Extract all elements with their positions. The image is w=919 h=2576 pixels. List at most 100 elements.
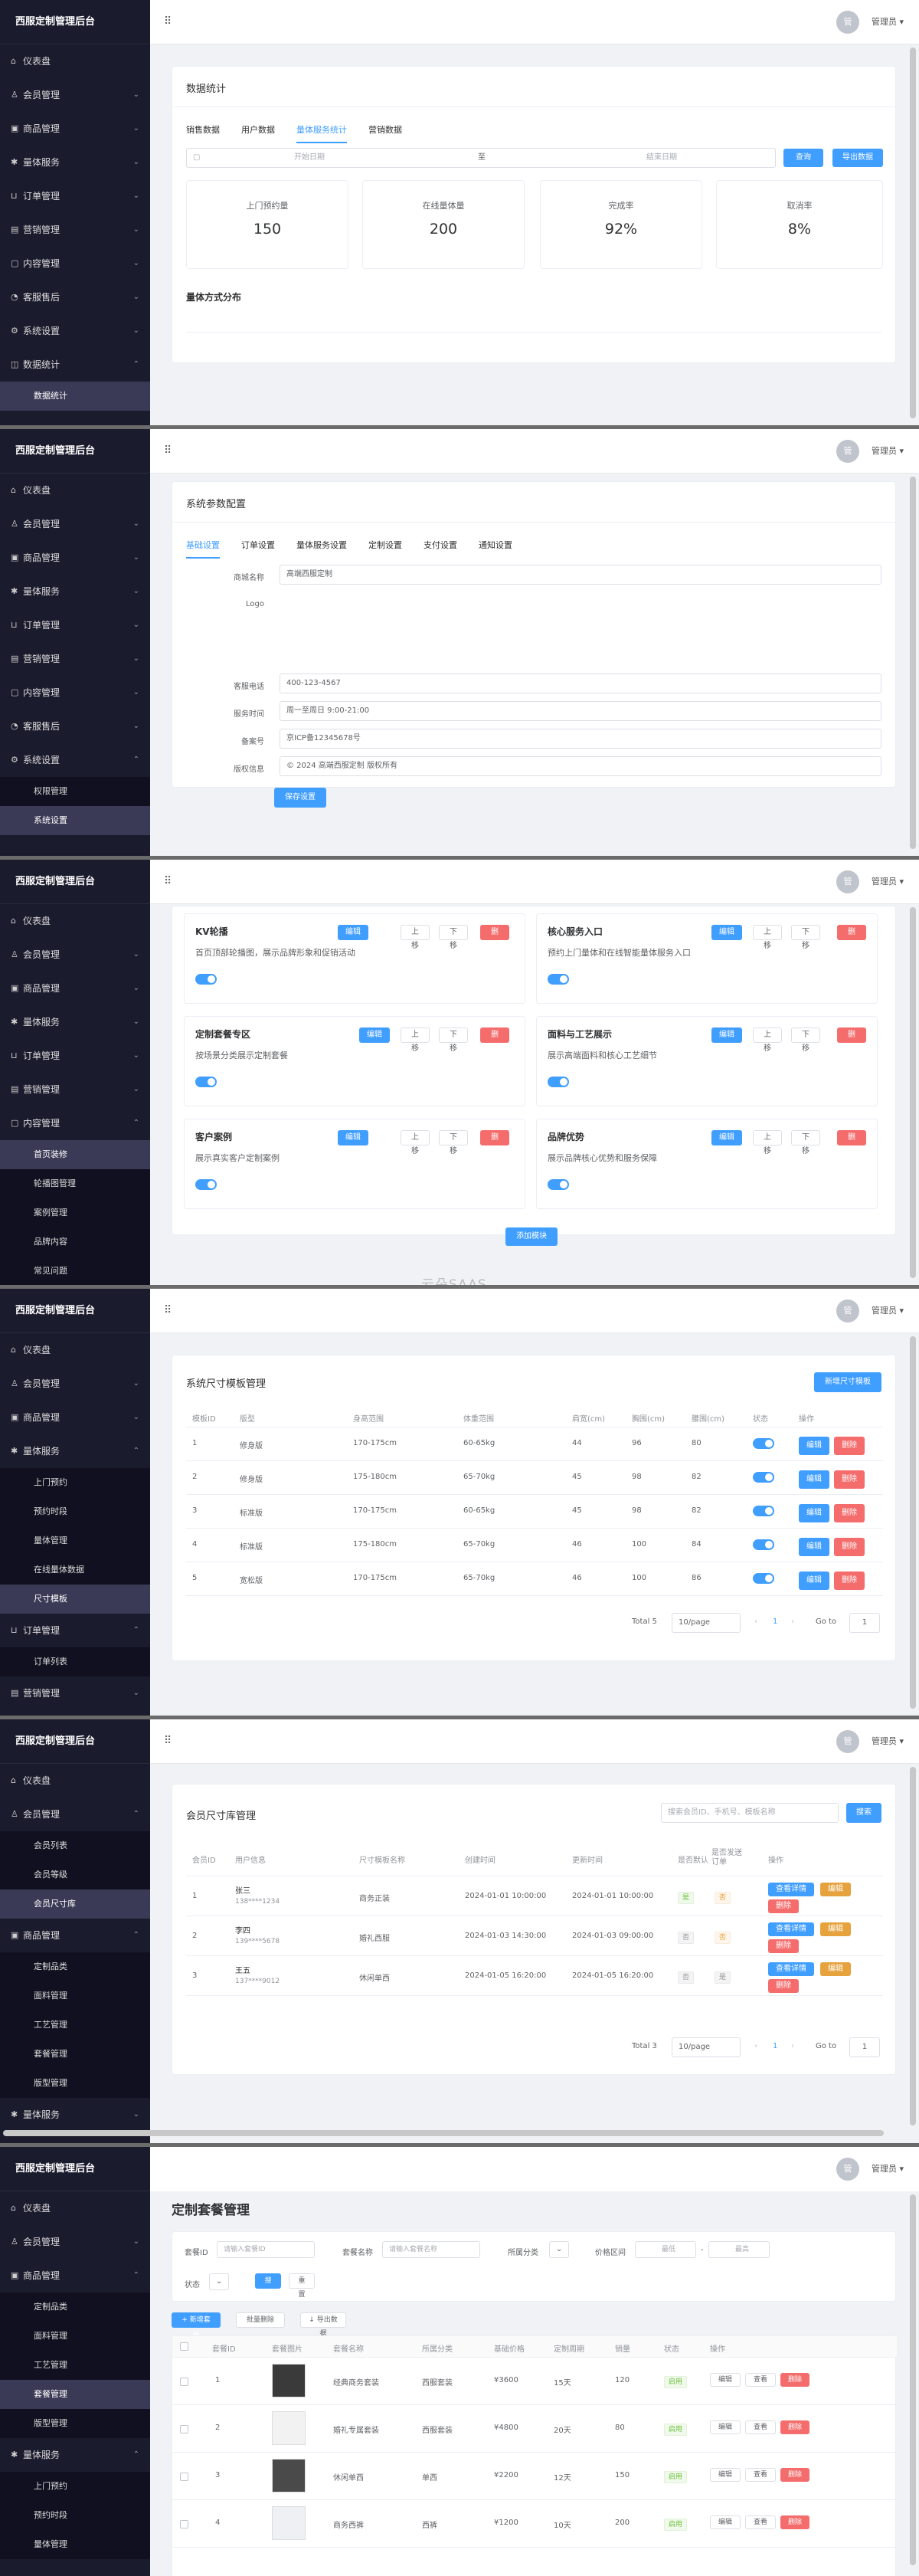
user-menu[interactable]: 管理员 ▾ — [872, 1304, 904, 1316]
delete-button[interactable]: 删除 — [837, 1130, 866, 1157]
delete-button[interactable]: 删除 — [480, 1130, 509, 1157]
row-checkbox[interactable] — [180, 2473, 188, 2481]
avatar[interactable]: 管 — [836, 440, 859, 463]
prev-page-icon[interactable]: ‹ — [754, 2042, 757, 2050]
delete-button[interactable]: 删除 — [480, 1027, 509, 1054]
view-button[interactable]: 查看 — [745, 2420, 777, 2434]
sidebar-item-craft[interactable]: 工艺管理 — [0, 2011, 150, 2040]
menu-body[interactable]: ✱ 量体服务 ⌃ — [0, 1434, 150, 1468]
sidebar-item-brand[interactable]: 品牌内容 — [0, 1227, 150, 1257]
menu-dashboard[interactable]: ⌂ 仪表盘 — [0, 1333, 150, 1367]
sidebar-item-case[interactable]: 案例管理 — [0, 1198, 150, 1227]
sidebar-item-member-level[interactable]: 会员等级 — [0, 1860, 150, 1889]
menu-dashboard[interactable]: ⌂ 仪表盘 — [0, 44, 150, 78]
vertical-scrollbar[interactable] — [910, 1767, 916, 2125]
menu-member[interactable]: ♙ 会员管理 ⌄ — [0, 78, 150, 112]
phone-input[interactable]: 400-123-4567 — [280, 673, 881, 693]
sidebar-item-member-list[interactable]: 会员列表 — [0, 1831, 150, 1860]
delete-button[interactable]: 删除 — [834, 1470, 865, 1489]
delete-button[interactable]: 删除 — [834, 1538, 865, 1556]
view-button[interactable]: 查看 — [745, 2373, 777, 2387]
sidebar-item-body-mgmt[interactable]: 量体管理 — [0, 1526, 150, 1555]
menu-content[interactable]: ▢ 内容管理 ⌄ — [0, 247, 150, 280]
menu-order[interactable]: ⊔ 订单管理 ⌄ — [0, 1039, 150, 1073]
fold-icon[interactable]: ⠿ — [164, 875, 172, 887]
sidebar-item-appointment[interactable]: 上门预约 — [0, 2472, 150, 2501]
menu-goods[interactable]: ▣ 商品管理 ⌄ — [0, 1401, 150, 1434]
search-button[interactable]: 搜索 — [846, 1803, 881, 1823]
menu-marketing[interactable]: ▤ 营销管理 ⌄ — [0, 642, 150, 676]
edit-button[interactable]: 编辑 — [820, 1922, 851, 1936]
menu-order[interactable]: ⊔ 订单管理 ⌄ — [0, 179, 150, 213]
delete-button[interactable]: 删除 — [780, 2373, 810, 2387]
menu-order[interactable]: ⊔ 订单管理 ⌄ — [0, 608, 150, 642]
sidebar-item-custom-goods[interactable]: 定制品类 — [0, 2293, 150, 2322]
reset-button[interactable]: 重置 — [289, 2273, 315, 2299]
max-price-input[interactable]: 最高 — [708, 2241, 770, 2258]
status-switch[interactable] — [753, 1438, 774, 1449]
edit-button[interactable]: 编辑 — [338, 1130, 368, 1145]
edit-button[interactable]: 编辑 — [710, 2468, 741, 2482]
tab-custom[interactable]: 定制设置 — [368, 539, 402, 559]
user-menu[interactable]: 管理员 ▾ — [872, 444, 904, 457]
view-button[interactable]: 查看 — [745, 2515, 777, 2529]
status-switch[interactable] — [753, 1472, 774, 1483]
avatar[interactable]: 管 — [836, 2158, 859, 2181]
detail-button[interactable]: 查看详情 — [768, 1962, 814, 1976]
sidebar-item-appointment[interactable]: 上门预约 — [0, 1468, 150, 1497]
fold-icon[interactable]: ⠿ — [164, 1304, 172, 1316]
sidebar-item-member-size[interactable]: 会员尺寸库 — [0, 1889, 150, 1919]
fold-icon[interactable]: ⠿ — [164, 15, 172, 28]
edit-button[interactable]: 编辑 — [799, 1538, 829, 1556]
horizontal-scrollbar[interactable] — [3, 2130, 884, 2136]
delete-button[interactable]: 删除 — [780, 2420, 810, 2434]
menu-body[interactable]: ✱ 量体服务 ⌄ — [0, 2098, 150, 2132]
fold-icon[interactable]: ⠿ — [164, 444, 172, 457]
add-package-button[interactable]: + 新增套餐 — [172, 2312, 221, 2339]
toggle-switch[interactable] — [195, 1178, 217, 1190]
move-up-button[interactable]: 上移 — [401, 1027, 430, 1053]
export-button[interactable]: 导出数据 — [832, 149, 883, 167]
sidebar-item-fabric[interactable]: 面料管理 — [0, 2322, 150, 2351]
sidebar-item-booking-time[interactable]: 预约时段 — [0, 1497, 150, 1526]
status-switch[interactable] — [753, 1506, 774, 1516]
menu-dashboard[interactable]: ⌂ 仪表盘 — [0, 1764, 150, 1798]
move-down-button[interactable]: 下移 — [439, 925, 468, 950]
search-button[interactable]: 搜索 — [255, 2273, 281, 2300]
sidebar-item-carousel[interactable]: 轮播图管理 — [0, 1169, 150, 1198]
copyright-input[interactable]: © 2024 高端西服定制 版权所有 — [280, 756, 881, 776]
sidebar-item-online-data[interactable]: 在线量体数据 — [0, 1555, 150, 1585]
edit-button[interactable]: 编辑 — [820, 1962, 851, 1976]
move-up-button[interactable]: 上移 — [753, 1130, 782, 1155]
menu-member[interactable]: ♙ 会员管理 ⌄ — [0, 507, 150, 541]
menu-service[interactable]: ◔ 客服售后 ⌄ — [0, 710, 150, 743]
detail-button[interactable]: 查看详情 — [768, 1883, 814, 1896]
toggle-switch[interactable] — [548, 973, 569, 985]
status-switch[interactable] — [753, 1573, 774, 1584]
toggle-switch[interactable] — [195, 1076, 217, 1087]
user-menu[interactable]: 管理员 ▾ — [872, 2162, 904, 2175]
tab-users[interactable]: 用户数据 — [241, 123, 275, 143]
menu-service[interactable]: ◔ 客服售后 ⌄ — [0, 280, 150, 314]
move-up-button[interactable]: 上移 — [401, 925, 430, 950]
vertical-scrollbar[interactable] — [910, 907, 916, 1278]
delete-button[interactable]: 删除 — [834, 1571, 865, 1590]
edit-button[interactable]: 编辑 — [799, 1571, 829, 1590]
menu-body[interactable]: ✱ 量体服务 ⌄ — [0, 146, 150, 179]
sidebar-item-fabric[interactable]: 面料管理 — [0, 1981, 150, 2011]
shop-name-input[interactable]: 高端西服定制 — [280, 565, 881, 585]
menu-goods[interactable]: ▣ 商品管理 ⌄ — [0, 112, 150, 146]
save-button[interactable]: 保存设置 — [274, 788, 326, 808]
sidebar-item-data-stats[interactable]: 数据统计 — [0, 382, 150, 411]
avatar[interactable]: 管 — [836, 870, 859, 893]
goto-input[interactable]: 1 — [849, 2037, 880, 2057]
edit-button[interactable]: 编辑 — [338, 925, 368, 940]
menu-marketing[interactable]: ▤ 营销管理 ⌄ — [0, 1676, 150, 1710]
tab-body[interactable]: 量体服务设置 — [296, 539, 347, 559]
tab-basic[interactable]: 基础设置 — [186, 539, 220, 559]
toggle-switch[interactable] — [195, 973, 217, 985]
sidebar-item-package[interactable]: 套餐管理 — [0, 2040, 150, 2069]
sidebar-item-size-tpl[interactable]: 尺寸模板 — [0, 1585, 150, 1614]
sidebar-item-custom-goods[interactable]: 定制品类 — [0, 1952, 150, 1981]
menu-goods[interactable]: ▣ 商品管理 ⌃ — [0, 1919, 150, 1952]
